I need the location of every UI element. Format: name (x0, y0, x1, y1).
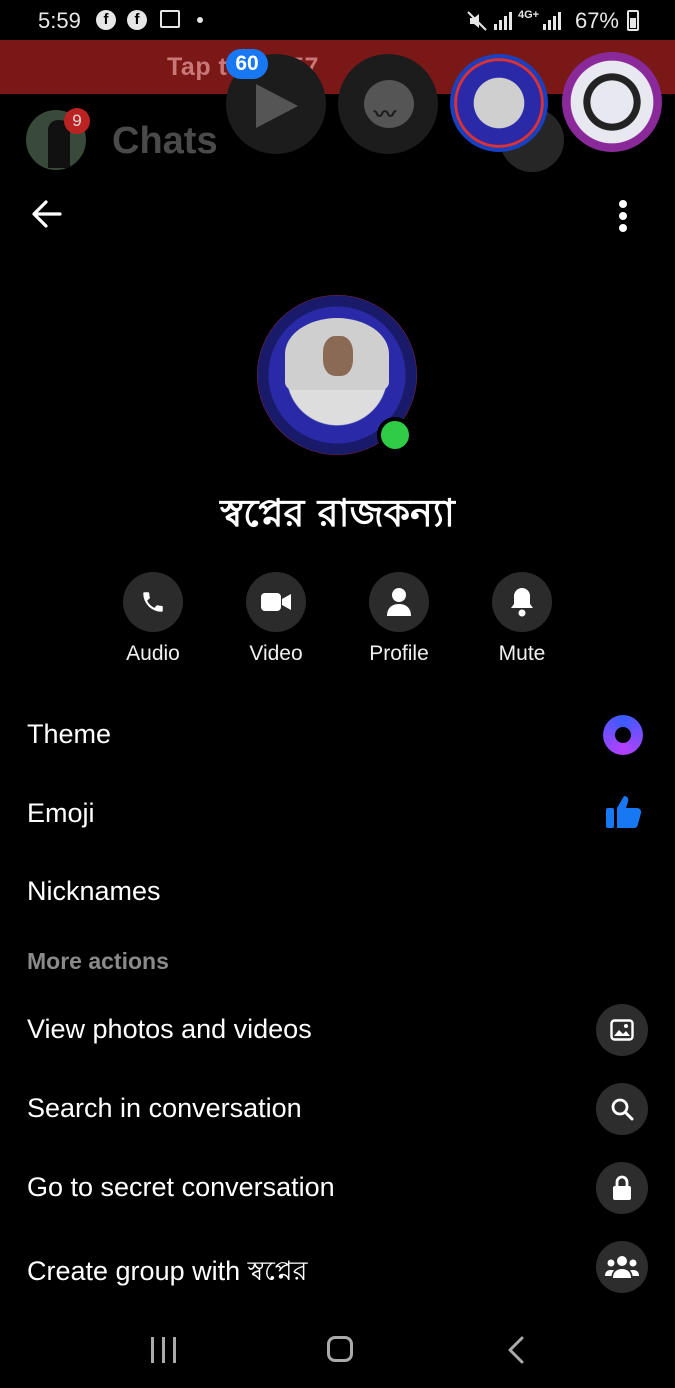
more-actions-header: More actions (27, 948, 169, 974)
secret-conversation-option[interactable]: Go to secret conversation (27, 1172, 335, 1203)
profile-photo (285, 318, 389, 390)
audio-label: Audio (126, 642, 180, 665)
online-status-icon (377, 417, 413, 453)
video-call-button[interactable]: Video (221, 572, 331, 666)
messenger-bolt-icon: 〰 (374, 102, 397, 127)
create-group-button[interactable] (596, 1241, 648, 1293)
more-notifications-icon (197, 17, 203, 23)
create-group-option[interactable]: Create group with স্বপ্নের (27, 1251, 308, 1296)
lock-icon (613, 1175, 631, 1200)
person-icon (387, 588, 411, 616)
profile-label: Profile (369, 642, 429, 665)
mute-button[interactable]: Mute (467, 572, 577, 666)
view-media-option[interactable]: View photos and videos (27, 1014, 312, 1045)
status-time: 5:59 (38, 8, 81, 33)
emoji-option[interactable]: Emoji (27, 798, 95, 829)
view-media-button[interactable] (596, 1004, 648, 1056)
profile-chathead[interactable] (562, 52, 662, 152)
arrow-left-icon[interactable] (30, 196, 64, 232)
facebook-notification-icon: f (96, 10, 116, 30)
mute-icon (467, 11, 487, 31)
image-notification-icon (160, 10, 180, 28)
recents-nav-icon[interactable] (151, 1337, 177, 1363)
search-conversation-option[interactable]: Search in conversation (27, 1093, 302, 1124)
home-nav-icon[interactable] (327, 1336, 353, 1362)
profile-name: স্বপ্নের রাজকন্যা (220, 491, 455, 535)
phone-icon (143, 592, 163, 612)
image-icon (610, 1019, 634, 1041)
group-icon (605, 1256, 639, 1278)
chathead-count-badge: 60 (226, 49, 268, 79)
battery-icon (627, 10, 639, 31)
theme-option[interactable]: Theme (27, 719, 111, 750)
more-vertical-icon[interactable] (608, 198, 638, 234)
video-camera-icon (261, 593, 291, 611)
thumbs-up-icon[interactable] (604, 794, 642, 830)
back-nav-icon[interactable] (506, 1336, 528, 1364)
facebook-notification-icon: f (127, 10, 147, 30)
chats-title: Chats (112, 120, 218, 162)
profile-button[interactable]: Profile (344, 572, 454, 666)
video-label: Video (249, 642, 303, 665)
notification-badge: 9 (64, 108, 90, 134)
profile-chathead[interactable] (450, 54, 548, 152)
search-icon (611, 1098, 634, 1121)
battery-percent: 67% (574, 8, 619, 33)
audio-call-button[interactable]: Audio (98, 572, 208, 666)
secret-conversation-button[interactable] (596, 1162, 648, 1214)
bell-icon (511, 588, 533, 617)
mute-label: Mute (498, 642, 546, 665)
play-icon (256, 84, 298, 128)
signal-icon (494, 12, 514, 30)
network-type: 4G+ (518, 9, 540, 21)
signal-icon (543, 12, 563, 30)
nicknames-option[interactable]: Nicknames (27, 876, 161, 907)
theme-color-icon[interactable] (603, 715, 643, 755)
search-button[interactable] (596, 1083, 648, 1135)
